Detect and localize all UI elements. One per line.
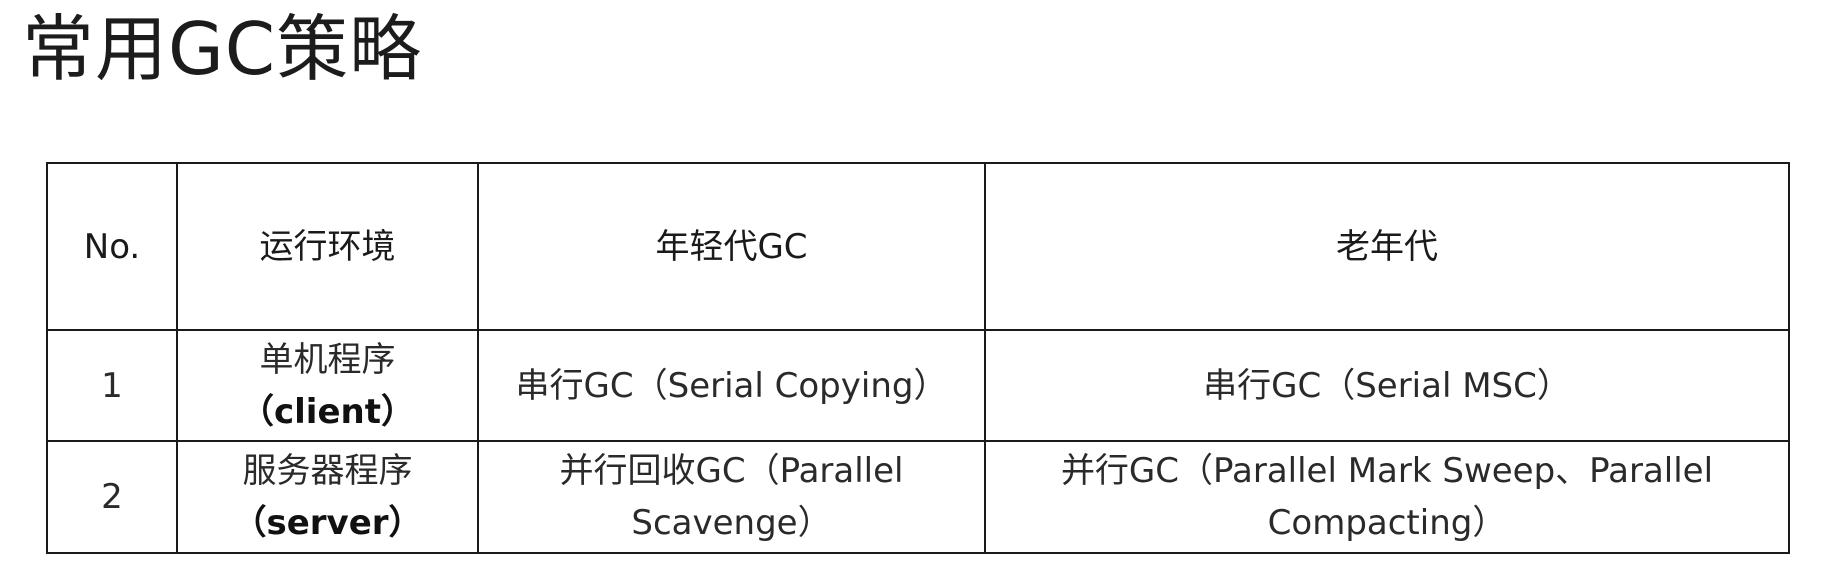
young-gen-gc-text-line2: Scavenge） [631,503,832,543]
table-header-row: No. 运行环境 年轻代GC 老年代 [46,162,1790,331]
old-gen-gc-text-line1: 并行GC（Parallel Mark Sweep、Parallel [1060,451,1714,491]
cell-young-gen-gc: 并行回收GC（Parallel Scavenge） [477,440,986,554]
cell-no: 1 [46,329,178,442]
header-environment: 运行环境 [176,162,479,331]
environment-mode: （client） [240,391,415,432]
cell-old-gen-gc: 串行GC（Serial MSC） [984,329,1790,442]
cell-young-gen-gc: 串行GC（Serial Copying） [477,329,986,442]
table-row: 1 单机程序 （client） 串行GC（Serial Copying） 串行G… [46,329,1790,442]
header-no: No. [46,162,178,331]
gc-strategy-table: No. 运行环境 年轻代GC 老年代 1 单机程序 （client） 串行GC（… [46,162,1790,554]
environment-name: 单机程序 [259,339,396,380]
cell-environment: 单机程序 （client） [176,329,479,442]
old-gen-gc-text-line2: Compacting） [1267,503,1507,543]
cell-environment: 服务器程序 （server） [176,440,479,554]
header-young-gen-gc: 年轻代GC [477,162,986,331]
old-gen-gc-text: 串行GC（Serial MSC） [1203,365,1571,406]
young-gen-gc-text: 串行GC（Serial Copying） [515,365,948,406]
header-old-gen: 老年代 [984,162,1790,331]
cell-no: 2 [46,440,178,554]
environment-name: 服务器程序 [242,451,413,491]
page-title: 常用GC策略 [22,7,423,91]
environment-mode: （server） [232,503,423,543]
table-row: 2 服务器程序 （server） 并行回收GC（Parallel Scaveng… [46,440,1790,554]
cell-old-gen-gc: 并行GC（Parallel Mark Sweep、Parallel Compac… [984,440,1790,554]
young-gen-gc-text-line1: 并行回收GC（Parallel [559,451,904,491]
